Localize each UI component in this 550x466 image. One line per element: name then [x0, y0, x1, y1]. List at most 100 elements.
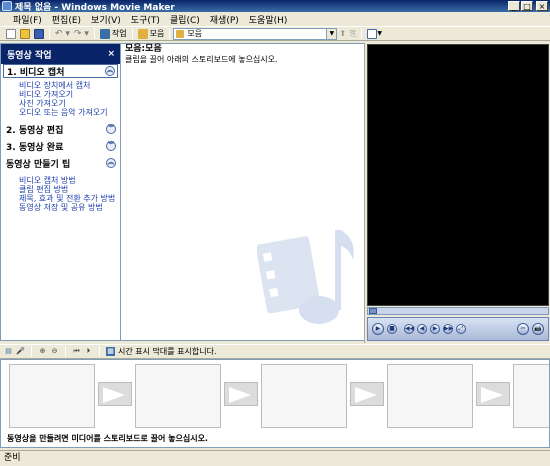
- close-pane-button[interactable]: ×: [107, 49, 115, 59]
- status-bar: 준비: [0, 450, 550, 466]
- movie-tasks-title: 동영상 작업: [7, 50, 52, 61]
- app-icon: [2, 1, 12, 11]
- menu-play[interactable]: 재생(P): [205, 13, 244, 26]
- window-controls: _ □ ×: [508, 1, 548, 11]
- save-project-button[interactable]: [32, 28, 46, 40]
- save-icon: [34, 28, 44, 39]
- menu-view[interactable]: 보기(V): [86, 13, 126, 26]
- storyboard[interactable]: 동영상을 만들려면 미디어를 스토리보드로 끌어 놓으십시오.: [0, 359, 550, 448]
- rewind-storyboard-icon[interactable]: ⏮: [72, 347, 81, 356]
- window-title: 제목 없음 - Windows Movie Maker: [15, 2, 175, 13]
- maximize-button[interactable]: □: [521, 1, 533, 11]
- collection-location-dropdown[interactable]: 모음 ▼: [173, 27, 338, 40]
- link-capture-from-device[interactable]: 비디오 장치에서 캡처: [1, 81, 120, 90]
- chevron-up-icon[interactable]: ︽: [105, 66, 115, 76]
- fullscreen-button[interactable]: ⤢: [456, 324, 466, 334]
- transition-arrow-icon: [229, 387, 251, 403]
- split-clip-button[interactable]: ✂: [517, 323, 529, 335]
- link-how-to-edit-clips[interactable]: 클립 편집 방법: [1, 185, 120, 194]
- chevron-up-icon[interactable]: ︽: [106, 158, 116, 168]
- toolbar-separator: [31, 346, 32, 357]
- menu-bar: 파일(F) 편집(E) 보기(V) 도구(T) 클립(C) 재생(P) 도움말(…: [0, 12, 550, 26]
- rewind-button[interactable]: ◀: [417, 324, 427, 334]
- open-project-button[interactable]: [18, 28, 32, 40]
- up-arrow-icon: ⬆: [339, 29, 347, 38]
- timeline-toggle-icon[interactable]: ▦: [106, 347, 115, 356]
- undo-icon: ↶ ▾: [55, 28, 70, 39]
- storyboard-clip-slot[interactable]: [261, 364, 347, 428]
- menu-clip[interactable]: 클립(C): [165, 13, 205, 26]
- seek-slider-handle[interactable]: [369, 308, 377, 314]
- storyboard-clip-slot[interactable]: [513, 364, 549, 428]
- show-timeline-label[interactable]: 시간 표시 막대를 표시합니다.: [118, 346, 217, 357]
- storyboard-transition-slot[interactable]: [476, 382, 510, 406]
- collection-location-value: 모음: [187, 29, 203, 38]
- section-title[interactable]: 1. 비디오 캡처 ︽: [3, 64, 118, 78]
- transition-arrow-icon: [103, 387, 125, 403]
- minimize-button[interactable]: _: [508, 1, 520, 11]
- toolbar-separator: [99, 346, 100, 357]
- folder-icon: [176, 29, 185, 38]
- new-collection-button[interactable]: ⎘: [348, 28, 358, 40]
- section-capture-video: 1. 비디오 캡처 ︽ 비디오 장치에서 캡처 비디오 가져오기 사진 가져오기…: [1, 64, 120, 122]
- menu-help[interactable]: 도움말(H): [244, 13, 293, 26]
- link-how-to-capture[interactable]: 비디오 캡처 방법: [1, 176, 120, 185]
- toolbar-separator: [361, 28, 363, 39]
- collections-button[interactable]: 모음: [136, 28, 167, 40]
- zoom-out-icon[interactable]: ⊖: [50, 347, 59, 356]
- close-button[interactable]: ×: [536, 1, 548, 11]
- previous-frame-button[interactable]: ◀◀: [404, 324, 414, 334]
- storyboard-clip-slot[interactable]: [387, 364, 473, 428]
- section-edit-movie: 2. 동영상 편집 ︾: [1, 122, 120, 136]
- link-how-to-add-titles[interactable]: 제목, 효과 및 전환 추가 방법: [1, 194, 120, 203]
- tasks-icon: [99, 28, 110, 39]
- section-title[interactable]: 3. 동영상 완료 ︾: [1, 139, 120, 153]
- tasks-label: 작업: [111, 29, 127, 38]
- forward-button[interactable]: ▶: [430, 324, 440, 334]
- next-frame-button[interactable]: ▶▶: [443, 324, 453, 334]
- stop-button[interactable]: ■: [387, 324, 397, 334]
- redo-button[interactable]: ↷ ▾: [72, 28, 91, 40]
- dropdown-arrow-icon[interactable]: ▼: [326, 28, 337, 39]
- section-title-label: 1. 비디오 캡처: [7, 67, 65, 78]
- collections-label: 모음: [149, 29, 165, 38]
- play-button[interactable]: ▶: [372, 323, 384, 335]
- new-file-icon: [6, 28, 16, 39]
- storyboard-transition-slot[interactable]: [224, 382, 258, 406]
- views-button[interactable]: ▼: [365, 28, 384, 40]
- section-title-label: 동영상 만들기 팁: [6, 159, 71, 170]
- seek-bar[interactable]: [367, 307, 549, 315]
- tasks-button[interactable]: 작업: [98, 28, 129, 40]
- link-import-audio[interactable]: 오디오 또는 음악 가져오기: [1, 108, 120, 117]
- undo-button[interactable]: ↶ ▾: [53, 28, 72, 40]
- take-picture-button[interactable]: 📷: [532, 323, 544, 335]
- up-level-button[interactable]: ⬆: [337, 28, 348, 40]
- preview-monitor: ▶ ■ ◀◀ ◀ ▶ ▶▶ ⤢ ✂ 📷: [364, 43, 550, 343]
- new-project-button[interactable]: [4, 28, 18, 40]
- narrate-timeline-icon[interactable]: 🎤: [16, 347, 25, 356]
- storyboard-clip-slot[interactable]: [9, 364, 95, 428]
- storyboard-clip-slot[interactable]: [135, 364, 221, 428]
- section-title[interactable]: 동영상 만들기 팁 ︽: [1, 156, 120, 170]
- link-how-to-save-share[interactable]: 동영상 저장 및 공유 방법: [1, 203, 120, 212]
- menu-file[interactable]: 파일(F): [8, 13, 47, 26]
- chevron-down-icon[interactable]: ︾: [106, 141, 116, 151]
- chevron-down-icon[interactable]: ︾: [106, 124, 116, 134]
- collection-contents[interactable]: 모음:모음 클립을 끌어 아래의 스토리보드에 놓으십시오.: [121, 43, 364, 341]
- zoom-in-icon[interactable]: ⊕: [38, 347, 47, 356]
- transition-arrow-icon: [355, 387, 377, 403]
- storyboard-transition-slot[interactable]: [350, 382, 384, 406]
- storyboard-transition-slot[interactable]: [98, 382, 132, 406]
- link-import-video[interactable]: 비디오 가져오기: [1, 90, 120, 99]
- play-storyboard-icon[interactable]: ⏵: [84, 347, 93, 356]
- section-title[interactable]: 2. 동영상 편집 ︾: [1, 122, 120, 136]
- open-folder-icon: [20, 28, 30, 39]
- playback-controls: ▶ ■ ◀◀ ◀ ▶ ▶▶ ⤢ ✂ 📷: [367, 317, 549, 341]
- toolbar-separator: [65, 346, 66, 357]
- menu-tools[interactable]: 도구(T): [126, 13, 165, 26]
- menu-edit[interactable]: 편집(E): [47, 13, 86, 26]
- new-folder-icon: ⎘: [350, 28, 357, 38]
- set-audio-levels-icon[interactable]: ▤: [4, 347, 13, 356]
- link-import-pictures[interactable]: 사진 가져오기: [1, 99, 120, 108]
- storyboard-hint: 동영상을 만들려면 미디어를 스토리보드로 끌어 놓으십시오.: [7, 434, 208, 443]
